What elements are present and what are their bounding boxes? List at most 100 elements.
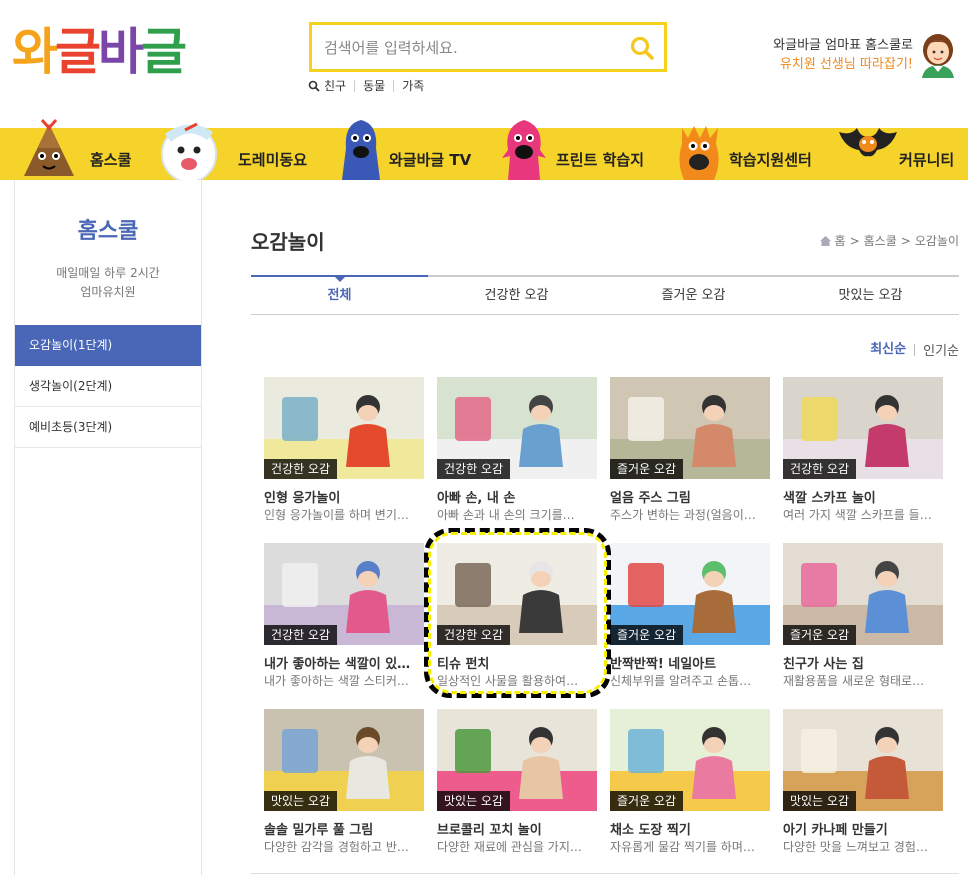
breadcrumb-separator: > — [849, 233, 860, 248]
activity-title[interactable]: 아빠 손, 내 손 — [437, 487, 597, 506]
activity-title[interactable]: 얼음 주스 그림 — [610, 487, 770, 506]
nav-item-community[interactable]: 커뮤니티 — [835, 128, 968, 180]
activity-thumbnail[interactable]: 건강한 오감 — [264, 543, 424, 645]
tab-label: 맛있는 오감 — [838, 288, 903, 303]
category-badge: 즐거운 오감 — [783, 625, 857, 645]
logo-char: 글 — [141, 23, 187, 81]
keyword-link[interactable]: 가족 — [393, 80, 432, 92]
category-tabs: 전체 건강한 오감 즐거운 오감 맛있는 오감 — [251, 275, 959, 315]
activity-thumbnail[interactable]: 맛있는 오감 — [783, 709, 943, 811]
tab-all[interactable]: 전체 — [251, 275, 428, 313]
breadcrumb-home[interactable]: 홈 — [835, 232, 846, 249]
activity-thumbnail[interactable]: 즐거운 오감 — [610, 377, 770, 479]
homeschool-character-icon — [24, 119, 74, 176]
category-badge: 맛있는 오감 — [437, 791, 511, 811]
sort-popular[interactable]: 인기순 — [915, 340, 959, 359]
promo-text[interactable]: 와글바글 엄마표 홈스쿨로 유치원 선생님 따라잡기! — [773, 36, 913, 74]
activity-thumbnail[interactable]: 건강한 오감 — [783, 377, 943, 479]
sort-latest[interactable]: 최신순 — [870, 343, 916, 356]
tab-label: 전체 — [327, 288, 352, 303]
tab-label: 건강한 오감 — [484, 288, 549, 303]
category-badge: 즐거운 오감 — [610, 625, 684, 645]
tab-tasty[interactable]: 맛있는 오감 — [782, 277, 959, 315]
category-badge: 즐거운 오감 — [610, 459, 684, 479]
logo-char: 글 — [55, 23, 101, 81]
activity-description: 여러 가지 색깔 스카프를 들… — [783, 508, 932, 522]
activity-thumbnail[interactable]: 건강한 오감 — [437, 377, 597, 479]
nav-item-print[interactable]: 프린트 학습지 — [498, 120, 658, 180]
activity-title[interactable]: 내가 좋아하는 색깔이 있… — [264, 653, 424, 672]
bat-character-icon — [839, 128, 897, 157]
tab-healthy[interactable]: 건강한 오감 — [428, 277, 605, 315]
teacher-avatar-icon — [922, 34, 954, 78]
breadcrumb-separator: > — [900, 233, 911, 248]
promo-line2: 유치원 선생님 따라잡기! — [779, 57, 913, 72]
nav-label: 학습지원센터 — [729, 151, 812, 169]
print-character-icon — [502, 120, 546, 180]
site-header: 와글바글 친구 동물 가족 와글바글 엄마표 홈스쿨로 유치원 선생님 따라잡기… — [0, 0, 968, 128]
home-icon — [819, 235, 831, 246]
keyword-link[interactable]: 동물 — [354, 80, 393, 92]
keyword-link[interactable]: 친구 — [320, 80, 354, 92]
activity-description: 아빠 손과 내 손의 크기를… — [437, 508, 575, 522]
category-badge: 즐거운 오감 — [610, 791, 684, 811]
search-box — [309, 22, 667, 72]
divider — [251, 873, 959, 874]
breadcrumb-current[interactable]: 오감놀이 — [915, 232, 959, 249]
activity-title[interactable]: 인형 응가놀이 — [264, 487, 424, 506]
nav-item-support[interactable]: 학습지원센터 — [672, 126, 822, 180]
sort-options: 최신순 인기순 — [870, 340, 959, 360]
activity-title[interactable]: 채소 도장 찍기 — [610, 819, 770, 838]
sidebar-desc-line1: 매일매일 하루 2시간 — [56, 266, 160, 280]
nav-item-homeschool[interactable]: 홈스쿨 — [0, 119, 150, 180]
promo-line1: 와글바글 엄마표 홈스쿨로 — [773, 38, 913, 53]
tab-fun[interactable]: 즐거운 오감 — [605, 277, 782, 315]
category-badge: 건강한 오감 — [437, 625, 511, 645]
activity-thumbnail[interactable]: 맛있는 오감 — [264, 709, 424, 811]
activity-thumbnail[interactable]: 건강한 오감 — [437, 543, 597, 645]
site-logo[interactable]: 와글바글 — [12, 22, 187, 82]
category-badge: 맛있는 오감 — [264, 791, 338, 811]
sidebar-description: 매일매일 하루 2시간 엄마유치원 — [15, 264, 201, 302]
nav-label: 커뮤니티 — [899, 151, 955, 169]
breadcrumb-section[interactable]: 홈스쿨 — [864, 232, 897, 249]
nav-label: 프린트 학습지 — [556, 151, 645, 169]
page-title: 오감놀이 — [251, 230, 325, 254]
category-badge: 건강한 오감 — [264, 625, 338, 645]
activity-description: 내가 좋아하는 색깔 스티커… — [264, 674, 409, 688]
activity-title[interactable]: 티슈 펀치 — [437, 653, 597, 672]
sidebar-desc-line2: 엄마유치원 — [80, 285, 136, 299]
activity-thumbnail[interactable]: 즐거운 오감 — [783, 543, 943, 645]
nav-item-tv[interactable]: 와글바글 TV — [335, 120, 485, 180]
activity-description: 다양한 재료에 관심을 가지… — [437, 840, 582, 854]
breadcrumb: 홈 > 홈스쿨 > 오감놀이 — [819, 232, 959, 249]
activity-description: 일상적인 사물을 활용하여… — [437, 674, 579, 688]
nav-label: 도레미동요 — [238, 151, 308, 169]
support-character-icon — [679, 126, 719, 180]
sidebar-item-stage2[interactable]: 생각놀이(2단계) — [15, 366, 201, 407]
activity-thumbnail[interactable]: 맛있는 오감 — [437, 709, 597, 811]
activity-title[interactable]: 브로콜리 꼬치 놀이 — [437, 819, 597, 838]
popular-keywords: 친구 동물 가족 — [308, 80, 432, 92]
activity-description: 자유롭게 물감 찍기를 하며… — [610, 840, 755, 854]
activity-title[interactable]: 솔솔 밀가루 풀 그림 — [264, 819, 424, 838]
activity-title[interactable]: 색깔 스카프 놀이 — [783, 487, 943, 506]
nav-item-doremi[interactable]: 도레미동요 — [155, 122, 320, 182]
activity-thumbnail[interactable]: 즐거운 오감 — [610, 543, 770, 645]
category-badge: 건강한 오감 — [783, 459, 857, 479]
search-icon[interactable] — [628, 34, 656, 62]
activity-thumbnail[interactable]: 즐거운 오감 — [610, 709, 770, 811]
activity-description: 다양한 감각을 경험하고 반… — [264, 840, 409, 854]
nav-label: 홈스쿨 — [90, 151, 132, 169]
search-input[interactable] — [324, 35, 624, 61]
activity-title[interactable]: 아기 카나페 만들기 — [783, 819, 943, 838]
activity-title[interactable]: 반짝반짝! 네일아트 — [610, 653, 770, 672]
activity-thumbnail[interactable]: 건강한 오감 — [264, 377, 424, 479]
sidebar-item-stage1[interactable]: 오감놀이(1단계) — [15, 325, 201, 366]
tv-character-icon — [342, 120, 380, 180]
sidebar-header: 홈스쿨 매일매일 하루 2시간 엄마유치원 — [15, 180, 201, 325]
logo-char: 바 — [98, 23, 144, 81]
activity-description: 재활용품을 새로운 형태로… — [783, 674, 925, 688]
sidebar-item-stage3[interactable]: 예비초등(3단계) — [15, 407, 201, 448]
activity-title[interactable]: 친구가 사는 집 — [783, 653, 943, 672]
